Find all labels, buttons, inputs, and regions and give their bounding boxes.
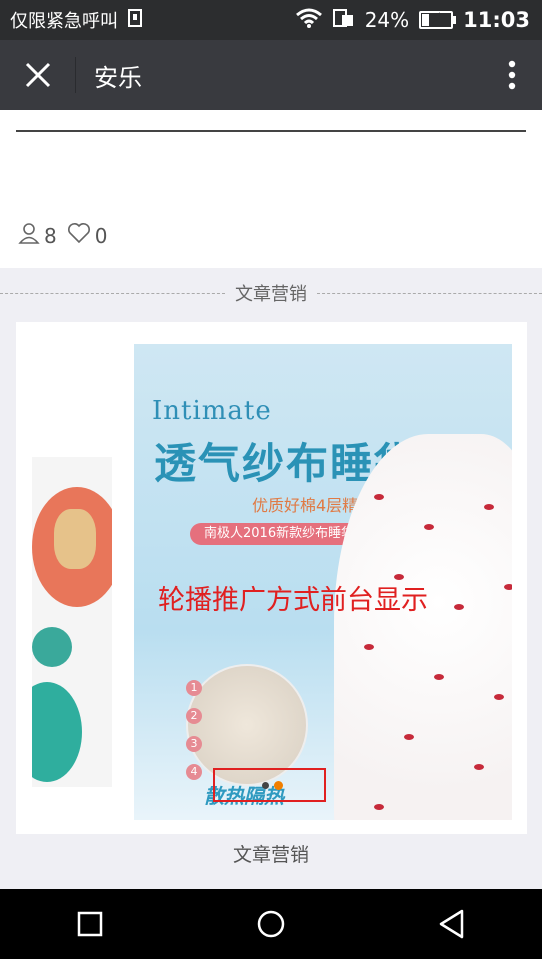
home-button[interactable] <box>241 894 301 954</box>
more-button[interactable] <box>482 40 542 110</box>
product-pill: 南极人2016新款纱布睡袋 <box>190 523 369 545</box>
product-photo <box>334 434 512 820</box>
post-footer: 8 0 <box>0 110 542 268</box>
view-count: 8 <box>44 223 57 248</box>
annotation-text: 轮播推广方式前台显示 <box>158 585 428 616</box>
carrier-text: 仅限紧急呼叫 <box>10 11 118 32</box>
layer-badge: 1 <box>186 680 202 696</box>
content-divider <box>16 130 526 132</box>
carousel-indicator-active[interactable] <box>274 781 283 790</box>
carousel-prev-slide[interactable] <box>32 457 112 787</box>
section-label: 文章营销 <box>235 284 307 305</box>
close-button[interactable] <box>0 40 75 110</box>
layer-badge: 3 <box>186 736 202 752</box>
section-separator: 文章营销 <box>0 278 542 308</box>
dual-sim-icon <box>332 8 355 33</box>
post-stats: 8 0 <box>18 222 117 249</box>
recent-apps-icon <box>78 911 103 937</box>
sim-icon <box>128 8 142 32</box>
weibo-icon <box>32 627 72 667</box>
carousel-indicator[interactable] <box>262 782 269 789</box>
back-icon <box>439 909 463 939</box>
battery-icon: ⚡ <box>419 9 457 29</box>
layer-badge: 2 <box>186 708 202 724</box>
clock: 11:03 <box>463 8 530 32</box>
home-icon <box>257 910 285 938</box>
decorative-circle <box>32 682 82 782</box>
article-card[interactable]: Intimate 透气纱布睡袋! 优质好棉4层精纺 南极人2016新款纱布睡袋 … <box>16 322 527 834</box>
recent-apps-button[interactable] <box>60 894 120 954</box>
more-vert-icon <box>508 60 516 90</box>
system-nav-bar <box>0 889 542 959</box>
battery-percent: 24% <box>364 8 410 32</box>
status-bar: 仅限紧急呼叫 24% ⚡ 11:03 <box>0 0 542 40</box>
page-title: 安乐 <box>94 63 142 92</box>
title-divider <box>75 57 76 93</box>
annotation-box <box>213 768 326 802</box>
heart-icon[interactable] <box>67 222 91 249</box>
article-caption[interactable]: 文章营销 <box>0 840 542 867</box>
wifi-icon <box>295 8 323 33</box>
back-button[interactable] <box>422 894 482 954</box>
brand-english: Intimate <box>152 396 272 426</box>
user-icon <box>18 222 40 249</box>
layer-badge: 4 <box>186 764 202 780</box>
close-icon <box>25 62 50 88</box>
like-count: 0 <box>94 223 108 248</box>
illustration-avatar <box>32 487 112 607</box>
dashed-line-left <box>0 292 225 294</box>
dashed-line-right <box>317 292 542 294</box>
title-bar: 安乐 <box>0 40 542 110</box>
